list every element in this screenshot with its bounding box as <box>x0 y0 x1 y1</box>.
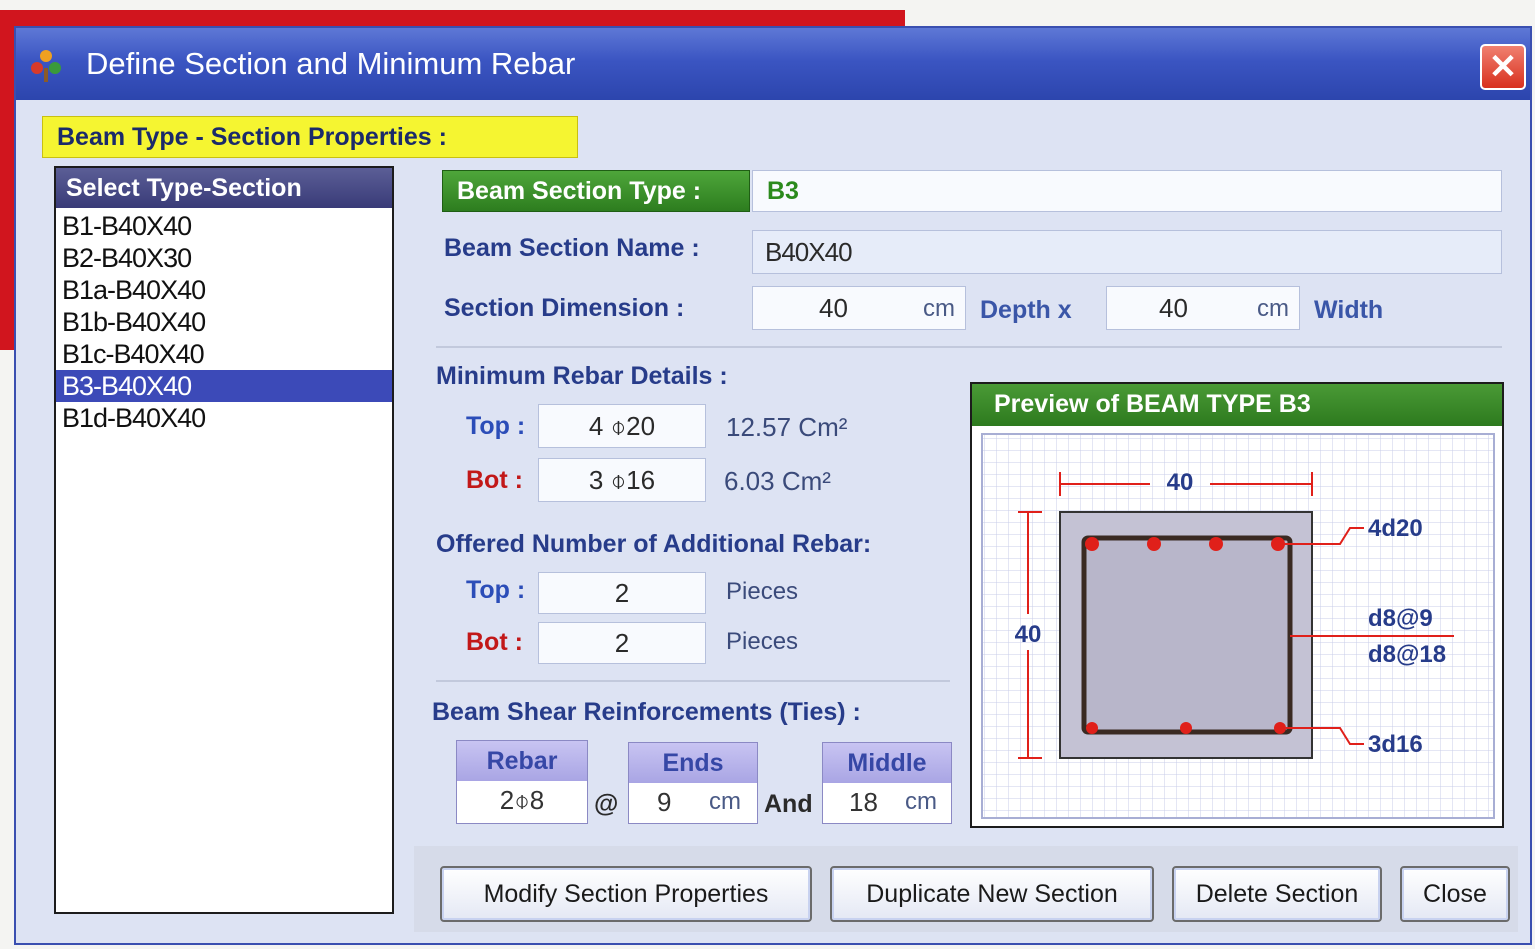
close-window-button[interactable]: ✕ <box>1480 44 1526 90</box>
ends-unit: cm <box>709 788 741 815</box>
preview-panel: Preview of BEAM TYPE B3 40 40 4d20 d8@9 … <box>970 382 1504 828</box>
bottom-bar <box>1274 722 1286 734</box>
min-top-label: Top : <box>466 412 526 440</box>
middle-tie-header: Middle <box>823 743 951 783</box>
ends-value: 9 <box>657 787 672 817</box>
min-bot-area: 6.03 Cm² <box>724 466 831 496</box>
top-bar <box>1085 537 1099 551</box>
section-dimension-label: Section Dimension : <box>444 294 685 322</box>
rebar-tie-value: 2⌽8 <box>499 785 545 815</box>
top-bar <box>1271 537 1285 551</box>
rebar-tie-box[interactable]: Rebar 2⌽8 <box>456 740 588 824</box>
tie-ends-label: d8@9 <box>1368 605 1433 632</box>
depth-input[interactable]: 40 cm <box>752 286 966 330</box>
depth-value: 40 <box>819 293 848 323</box>
width-label: Width <box>1314 296 1384 324</box>
min-top-area: 12.57 Cm² <box>726 412 848 442</box>
title-bar[interactable]: Define Section and Minimum Rebar ✕ <box>16 28 1530 100</box>
list-item[interactable]: B1a-B40X40 <box>56 274 392 306</box>
separator <box>436 346 1502 348</box>
list-header: Select Type-Section <box>56 168 392 208</box>
bottom-bar <box>1086 722 1098 734</box>
stirrup-tie <box>1081 535 1293 735</box>
depth-x-label: Depth x <box>980 296 1072 324</box>
list-item[interactable]: B1c-B40X40 <box>56 338 392 370</box>
beam-section-name-field[interactable]: B40X40 <box>752 230 1502 274</box>
rebar-tie-header: Rebar <box>457 741 587 781</box>
list-items: B1-B40X40 B2-B40X30 B1a-B40X40 B1b-B40X40 B1… <box>56 210 392 434</box>
list-item[interactable]: B1d-B40X40 <box>56 402 392 434</box>
at-symbol: @ <box>594 790 619 818</box>
width-unit: cm <box>1257 295 1289 322</box>
middle-unit: cm <box>905 788 937 815</box>
middle-tie-box[interactable]: Middle 18 cm <box>822 742 952 824</box>
depth-unit: cm <box>923 295 955 322</box>
separator <box>436 680 950 682</box>
top-bar <box>1147 537 1161 551</box>
beam-section-type-field[interactable]: B3 <box>752 170 1502 212</box>
additional-rebar-title: Offered Number of Additional Rebar: <box>436 530 872 558</box>
preview-title: Preview of BEAM TYPE B3 <box>972 384 1502 426</box>
list-item[interactable]: B2-B40X30 <box>56 242 392 274</box>
add-top-field[interactable]: 2 <box>538 572 706 614</box>
shear-title: Beam Shear Reinforcements (Ties) : <box>432 698 861 726</box>
add-bot-unit: Pieces <box>726 628 799 655</box>
group-title: Beam Type - Section Properties : <box>42 116 578 158</box>
close-icon: ✕ <box>1488 48 1518 86</box>
app-icon <box>31 50 61 82</box>
min-bot-field[interactable]: 3 ⌽16 <box>538 458 706 502</box>
duplicate-section-button[interactable]: Duplicate New Section <box>830 866 1154 922</box>
top-bar-label: 4d20 <box>1368 515 1423 542</box>
tie-middle-label: d8@18 <box>1368 641 1446 668</box>
min-top-field[interactable]: 4 ⌽20 <box>538 404 706 448</box>
ends-tie-box[interactable]: Ends 9 cm <box>628 742 758 824</box>
add-top-unit: Pieces <box>726 578 799 605</box>
width-input[interactable]: 40 cm <box>1106 286 1300 330</box>
button-bar: Modify Section Properties Duplicate New … <box>414 846 1518 932</box>
bottom-bar <box>1180 722 1192 734</box>
min-rebar-title: Minimum Rebar Details : <box>436 362 728 390</box>
ends-tie-header: Ends <box>629 743 757 783</box>
dialog-client: Beam Type - Section Properties : Select … <box>16 100 1530 943</box>
beam-section-type-label: Beam Section Type : <box>442 170 750 212</box>
width-value: 40 <box>1159 293 1188 323</box>
bottom-bar-label: 3d16 <box>1368 731 1423 758</box>
add-bot-label: Bot : <box>466 628 523 656</box>
type-section-list[interactable]: Select Type-Section B1-B40X40 B2-B40X30 B1… <box>54 166 394 914</box>
window-title: Define Section and Minimum Rebar <box>86 46 576 81</box>
width-dimension-label: 40 <box>1167 469 1194 496</box>
middle-value: 18 <box>849 787 878 817</box>
dialog-window: Define Section and Minimum Rebar ✕ Beam … <box>14 26 1532 945</box>
beam-section-name-label: Beam Section Name : <box>444 234 700 262</box>
beam-section-diagram: 40 40 4d20 d8@9 d8@18 3d16 <box>981 433 1495 819</box>
and-label: And <box>764 790 813 818</box>
top-bar <box>1209 537 1223 551</box>
add-top-label: Top : <box>466 576 526 604</box>
min-bot-label: Bot : <box>466 466 523 494</box>
depth-dimension-label: 40 <box>1015 621 1042 648</box>
modify-section-button[interactable]: Modify Section Properties <box>440 866 812 922</box>
close-button[interactable]: Close <box>1400 866 1510 922</box>
list-item[interactable]: B1b-B40X40 <box>56 306 392 338</box>
list-item[interactable]: B1-B40X40 <box>56 210 392 242</box>
list-item[interactable]: B3-B40X40 <box>56 370 392 402</box>
add-bot-field[interactable]: 2 <box>538 622 706 664</box>
delete-section-button[interactable]: Delete Section <box>1172 866 1382 922</box>
